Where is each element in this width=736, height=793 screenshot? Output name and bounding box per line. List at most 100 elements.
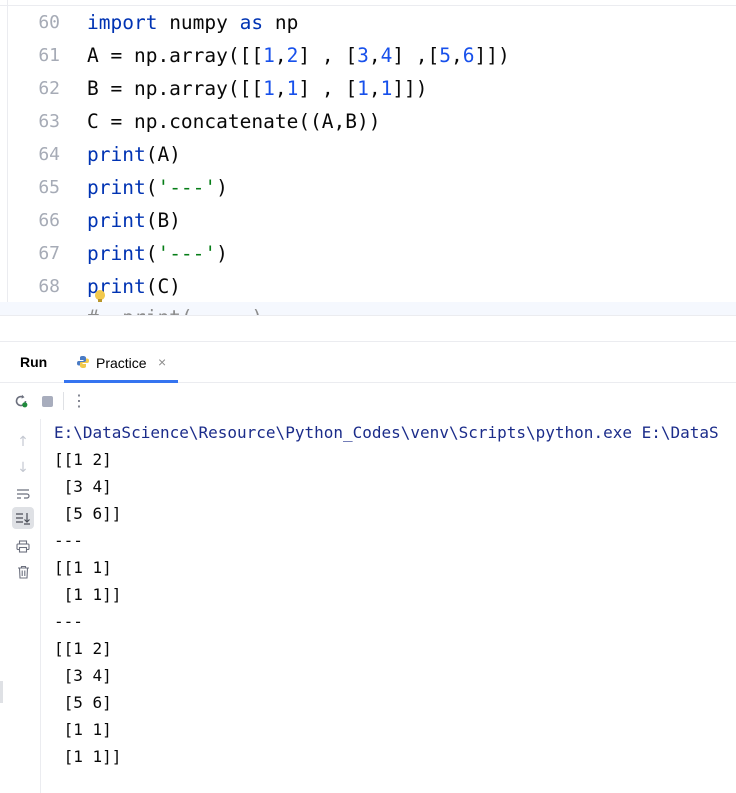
print-glyph [16,539,30,553]
trash-icon[interactable] [12,561,34,583]
console-side-toolbar: ↑ ↓ [0,419,41,793]
code-line[interactable]: 61 A = np.array([[1,2] , [3,4] ,[5,6]]) [0,39,736,72]
code-token: A = np.array([[ [87,44,264,67]
code-token: (B) [145,209,181,232]
lightbulb-icon[interactable] [95,290,105,302]
line-number: 62 [38,78,60,99]
code-token: ]]) [474,44,510,67]
code-token: ( [145,242,158,265]
code-token: 1 [286,77,299,100]
code-token: np [263,11,299,34]
code-text: print('---') [87,237,228,270]
code-line[interactable]: 66 print(B) [0,204,736,237]
code-line[interactable]: 62 B = np.array([[1,1] , [1,1]]) [0,72,736,105]
code-line[interactable]: 64 print(A) [0,138,736,171]
close-icon[interactable]: × [158,354,166,370]
rerun-icon[interactable] [12,392,30,410]
toolbar-separator [63,392,64,410]
console-line: [1 1]] [54,747,122,766]
console-line: [[1 1] [54,558,112,577]
code-text: print(B) [87,204,181,237]
line-number: 67 [38,243,60,264]
code-line[interactable]: 67 print('---') [0,237,736,270]
code-token: print [87,242,146,265]
code-token: '---' [157,176,217,199]
code-token: as [239,11,264,34]
console-output[interactable]: E:\DataScience\Resource\Python_Codes\ven… [54,419,736,770]
console-line: [3 4] [54,666,112,685]
code-token: 6 [462,44,475,67]
code-token: import [87,11,158,34]
stop-square [41,395,53,407]
left-edge-marker [0,681,3,703]
code-token: print [87,176,146,199]
code-token: C = np.concatenate((A,B)) [87,110,381,133]
code-token: 3 [357,44,369,67]
scroll-to-end-glyph [16,513,30,525]
code-token: ( [145,176,158,199]
arrow-down-icon[interactable]: ↓ [12,457,34,479]
line-number: 68 [38,276,60,297]
code-token: ) [216,176,228,199]
console-line: [1 1] [54,720,112,739]
code-token: , [274,44,287,67]
code-token: 1 [263,44,275,67]
code-token: B = np.array([[ [87,77,264,100]
code-token: (C) [145,275,181,298]
scroll-to-end-icon[interactable] [12,507,34,529]
code-line[interactable]: 63 C = np.concatenate((A,B)) [0,105,736,138]
code-token: 1 [263,77,275,100]
code-text: B = np.array([[1,1] , [1,1]]) [87,72,428,105]
code-token: , [368,44,381,67]
panel-splitter[interactable] [0,316,736,341]
code-text: A = np.array([[1,2] , [3,4] ,[5,6]]) [87,39,510,72]
console-line: [[1 2] [54,639,112,658]
arrow-up-icon[interactable]: ↑ [12,431,34,453]
console-line: [5 6]] [54,504,122,523]
print-icon[interactable] [12,535,34,557]
code-token: ]]) [392,77,428,100]
code-token: , [274,77,287,100]
console-line: --- [54,531,83,550]
line-number: 61 [38,45,60,66]
code-token: , [368,77,381,100]
run-tab-bar: Run Practice × [0,342,736,383]
console-line: --- [54,612,83,631]
code-token: print [87,143,146,166]
code-line[interactable]: 60 import numpy as np [0,6,736,39]
tab-label: Practice [96,355,147,371]
run-tool-window: Run Practice × ⋮ ↑ ↓ E:\DataScience\Reso… [0,341,736,793]
code-token: ] , [ [298,44,358,67]
stop-icon[interactable] [38,392,56,410]
code-text: import numpy as np [87,6,298,39]
line-number: 66 [38,210,60,231]
code-text: print(A) [87,138,181,171]
soft-wrap-glyph [17,489,30,499]
line-number: 60 [38,12,60,33]
code-text: print('---') [87,171,228,204]
code-line[interactable]: 68 print(C) [0,270,736,303]
code-editor[interactable]: 60 import numpy as np 61 A = np.array([[1,2… [0,0,736,316]
code-token: print [87,209,146,232]
interpreter-command-line: E:\DataScience\Resource\Python_Codes\ven… [54,423,719,442]
console-line: [1 1]] [54,585,122,604]
code-token: numpy [157,11,240,34]
python-icon [77,356,89,368]
code-token: ] ,[ [392,44,440,67]
console-line: [5 6] [54,693,112,712]
tab-practice[interactable]: Practice × [64,342,178,383]
code-token: ) [216,242,228,265]
line-number: 63 [38,111,60,132]
console-line: [3 4] [54,477,112,496]
code-token: (A) [145,143,181,166]
code-token: 1 [357,77,369,100]
run-title: Run [20,354,48,370]
rerun-glyph [15,394,28,408]
soft-wrap-icon[interactable] [12,483,34,505]
code-token: '---' [157,242,217,265]
code-line[interactable]: 65 print('---') [0,171,736,204]
code-token: 2 [286,44,299,67]
code-token: , [451,44,463,67]
more-options-icon[interactable]: ⋮ [70,392,88,410]
trash-glyph [17,565,29,579]
